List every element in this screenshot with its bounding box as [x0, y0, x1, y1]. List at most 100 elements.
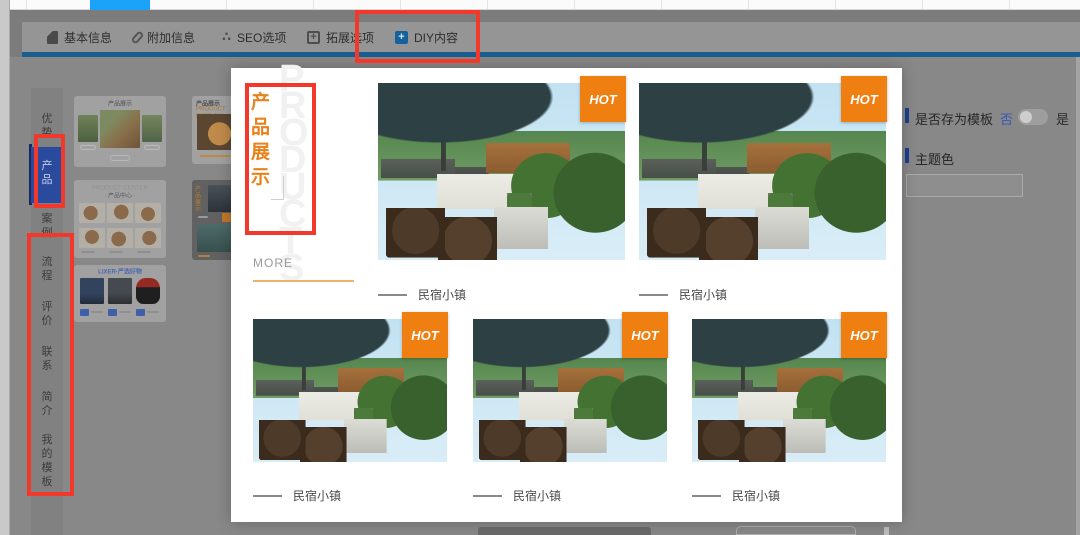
plus-square-filled-icon: +: [395, 31, 408, 44]
section-marker: [905, 148, 909, 163]
product-card[interactable]: HOT 民宿小镇: [253, 319, 447, 497]
product-card[interactable]: HOT 民宿小镇: [639, 83, 886, 307]
thumb-image: [100, 110, 140, 148]
bottom-edge-mark: [884, 527, 889, 535]
tab-label: DIY内容: [414, 29, 458, 46]
form-tab-bar: 基本信息 附加信息 ∴ SEO选项 + 拓展选项 + DIY内容: [22, 22, 1080, 52]
thumb-image: [107, 228, 133, 248]
sidebar-item-my-templates[interactable]: 我的模板: [31, 433, 63, 489]
theme-color-input[interactable]: [906, 174, 1023, 197]
hot-badge: HOT: [622, 312, 668, 358]
template-card-subtitle: · 产品中心 ·: [74, 191, 166, 200]
product-caption: 民宿小镇: [253, 487, 341, 504]
hot-badge: HOT: [841, 312, 887, 358]
thumb-image: [142, 115, 162, 142]
thumb-caption-line: [119, 311, 131, 313]
thumb-caption-line: [137, 251, 151, 253]
hot-badge: HOT: [402, 312, 448, 358]
thumb-caption-line: [198, 216, 208, 218]
section-marker: [905, 108, 909, 123]
toggle-on-label[interactable]: 是: [1056, 109, 1069, 128]
diy-preview-modal: PRODUCTS 产品展示 MORE HOT 民宿小镇 HOT 民宿小镇 HOT: [231, 68, 902, 522]
thumb-underline: [200, 155, 230, 157]
template-card-product-center[interactable]: PRODUCT CENTER · 产品中心 ·: [74, 180, 166, 258]
product-caption: 民宿小镇: [473, 487, 561, 504]
thumb-image: [79, 228, 105, 248]
thumb-image: [79, 203, 105, 223]
tab-label: 拓展选项: [326, 29, 374, 46]
hot-badge: HOT: [580, 76, 626, 122]
tab-label: 基本信息: [64, 29, 112, 46]
tab-basic-info[interactable]: 基本信息: [47, 22, 112, 52]
tab-label: 附加信息: [147, 29, 195, 46]
plus-square-icon: +: [307, 31, 320, 44]
toggle-knob: [1020, 111, 1032, 123]
paperclip-icon: [131, 30, 145, 44]
thumb-price-tag: [108, 309, 117, 316]
thumb-image: [208, 185, 232, 212]
product-caption: 民宿小镇: [378, 286, 466, 303]
thumb-image: [197, 224, 232, 252]
more-underline: [253, 280, 354, 282]
sidebar-item-reviews[interactable]: 评价: [31, 300, 63, 328]
caption-dash: [692, 495, 721, 497]
tab-label: SEO选项: [237, 29, 286, 46]
thumb-price-tag: [136, 309, 145, 316]
thumb-image: [78, 115, 98, 142]
thumb-button: [144, 145, 160, 150]
product-card[interactable]: HOT 民宿小镇: [378, 83, 625, 307]
theme-color-label: 主题色: [915, 149, 954, 168]
sidebar-item-products[interactable]: 产品: [31, 159, 63, 187]
top-menu-strip: [10, 0, 1080, 10]
thumb-image: [135, 228, 161, 248]
caption-dash: [639, 294, 668, 296]
sidebar-item-intro[interactable]: 简介: [31, 390, 63, 418]
bottom-button-partial[interactable]: [478, 527, 651, 535]
thumb-button: [110, 155, 130, 161]
screen: 基本信息 附加信息 ∴ SEO选项 + 拓展选项 + DIY内容 优势 产品 案…: [0, 0, 1080, 535]
sidebar-item-cases[interactable]: 案例: [31, 212, 63, 240]
thumb-caption-line: [147, 311, 159, 313]
template-card-product-show[interactable]: 产品展示: [74, 96, 166, 167]
bottom-pill-button-partial[interactable]: [736, 526, 856, 535]
save-as-template-label: 是否存为模板: [915, 109, 993, 128]
template-card-lixer[interactable]: LIXER·严选好物: [74, 265, 166, 322]
product-card[interactable]: HOT 民宿小镇: [473, 319, 667, 497]
thumb-caption-line: [109, 251, 123, 253]
product-caption: 民宿小镇: [692, 487, 780, 504]
tab-seo-options[interactable]: ∴ SEO选项: [222, 22, 286, 52]
scrollbar-track[interactable]: [1076, 57, 1080, 535]
product-card[interactable]: HOT 民宿小镇: [692, 319, 886, 497]
sidebar-item-advantages[interactable]: 优势: [31, 112, 63, 140]
document-icon: [47, 31, 58, 44]
template-card-title-vertical: 产品展示: [195, 186, 202, 212]
sitemap-icon: ∴: [222, 32, 231, 42]
thumb-image: [135, 203, 161, 223]
thumb-image: [136, 278, 160, 304]
sidebar-item-contact[interactable]: 联系: [31, 345, 63, 373]
tab-diy-content[interactable]: + DIY内容: [395, 22, 458, 52]
more-link[interactable]: MORE: [253, 256, 293, 270]
thumb-caption-line: [198, 255, 210, 257]
thumb-image: [107, 203, 133, 223]
template-card-title: PRODUCT CENTER: [74, 184, 166, 191]
modal-title-vertical: 产品展示: [251, 90, 275, 190]
tab-underline-bar: [22, 52, 1080, 57]
save-template-toggle[interactable]: [1018, 109, 1048, 125]
tab-extra-info[interactable]: 附加信息: [134, 22, 195, 52]
caption-dash: [378, 294, 407, 296]
caption-dash: [253, 495, 282, 497]
toggle-off-label[interactable]: 否: [1000, 109, 1013, 128]
thumb-button: [80, 145, 96, 150]
template-card-title: LIXER·严选好物: [74, 267, 166, 276]
tab-expand-options[interactable]: + 拓展选项: [307, 22, 374, 52]
hot-badge: HOT: [841, 76, 887, 122]
thumb-caption-line: [81, 251, 95, 253]
product-caption: 民宿小镇: [639, 286, 727, 303]
watermark-text: PRODUCTS: [279, 66, 311, 282]
thumb-image: [108, 278, 132, 304]
top-active-tab[interactable]: [90, 0, 150, 10]
caption-dash: [473, 495, 502, 497]
window-left-edge: [0, 0, 10, 535]
sidebar-item-process[interactable]: 流程: [31, 255, 63, 283]
